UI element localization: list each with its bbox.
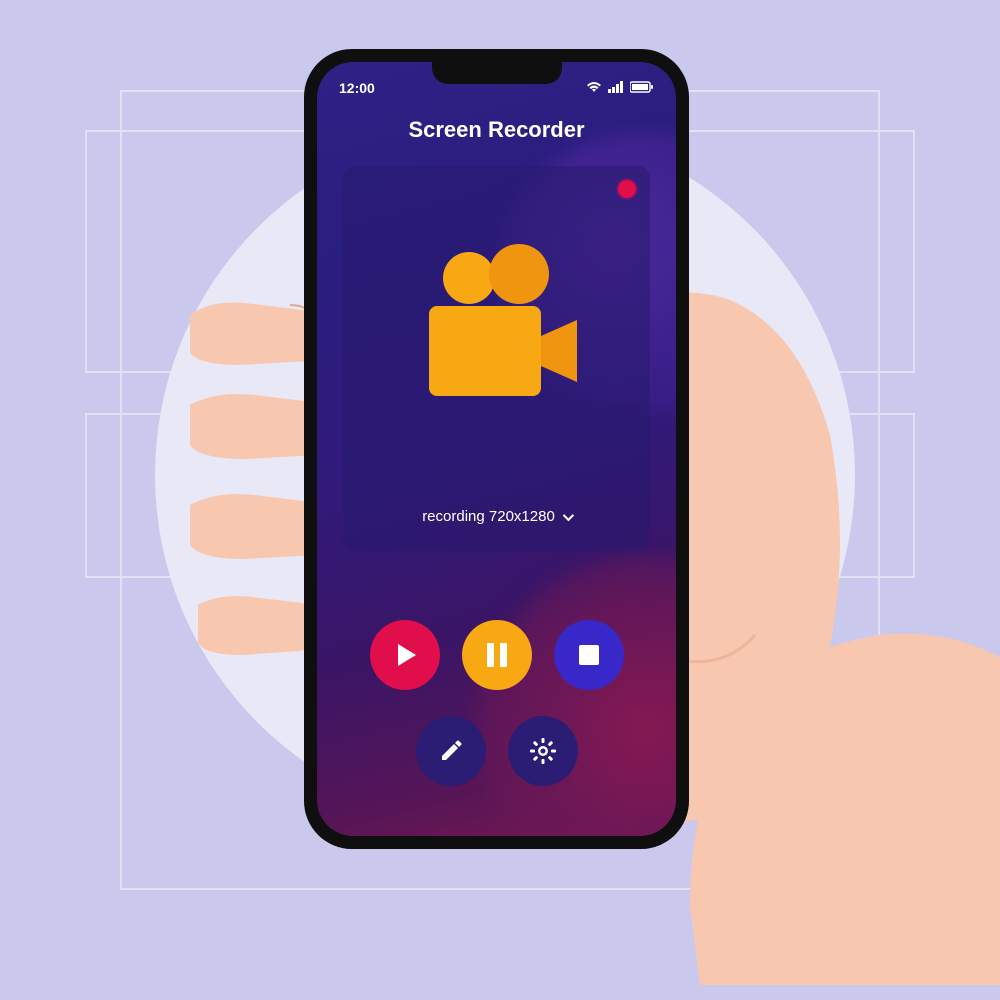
resolution-selector[interactable]: recording 720x1280 [343,508,650,525]
app-title: Screen Recorder [317,117,676,143]
play-button[interactable] [370,620,440,690]
resolution-label: recording 720x1280 [422,508,555,525]
settings-button[interactable] [508,716,578,786]
play-icon [398,644,416,666]
wifi-icon [586,80,602,96]
background-blob [476,556,676,836]
chevron-down-icon [563,509,574,520]
gear-icon [529,737,557,765]
record-indicator-icon [618,180,636,198]
phone-screen: 12:00 Screen Recorder [317,62,676,836]
pencil-icon [438,738,464,764]
preview-card: recording 720x1280 [343,166,650,551]
signal-icon [608,80,624,96]
battery-icon [630,80,654,96]
status-time: 12:00 [339,80,375,96]
phone-notch [432,62,562,84]
pause-button[interactable] [462,620,532,690]
edit-button[interactable] [416,716,486,786]
stop-icon [579,645,599,665]
phone-frame: 12:00 Screen Recorder [304,49,689,849]
video-camera-icon [407,244,587,414]
pause-icon [487,643,507,667]
stop-button[interactable] [554,620,624,690]
